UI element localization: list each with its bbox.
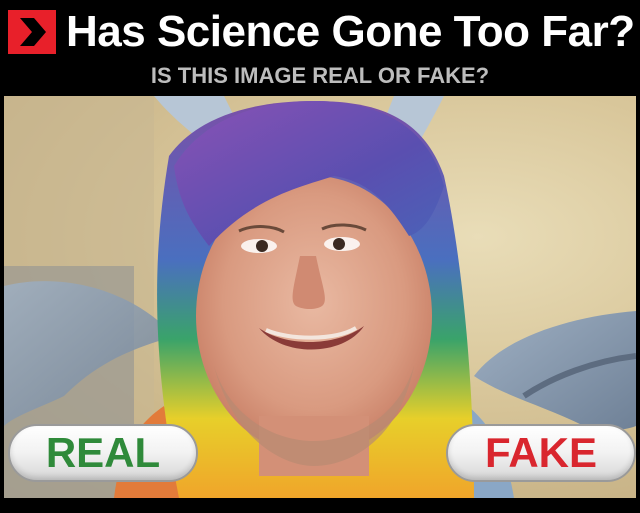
page-title: Has Science Gone Too Far?: [66, 7, 635, 56]
bottom-bar: [0, 498, 640, 513]
chevron-right-icon: [8, 10, 56, 54]
header-bar: Has Science Gone Too Far? IS THIS IMAGE …: [0, 0, 640, 96]
fake-button[interactable]: FAKE: [446, 424, 636, 482]
real-button[interactable]: REAL: [8, 424, 198, 482]
page-subtitle: IS THIS IMAGE REAL OR FAKE?: [150, 63, 490, 88]
